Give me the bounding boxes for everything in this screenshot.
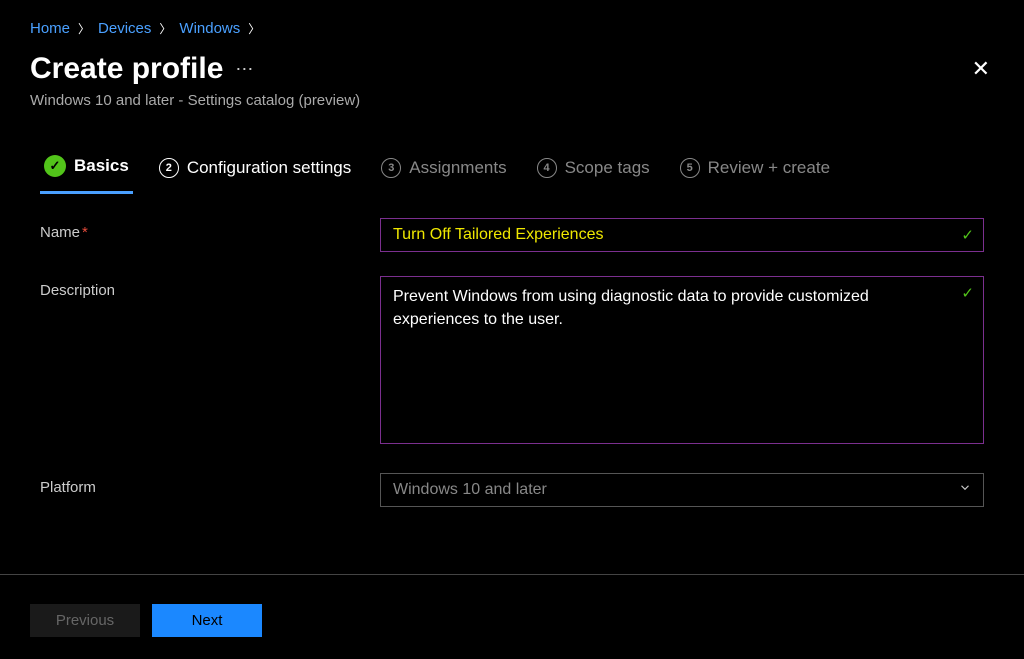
chevron-down-icon bbox=[958, 481, 972, 500]
name-input[interactable] bbox=[380, 218, 984, 252]
tab-label: Configuration settings bbox=[187, 158, 351, 178]
tab-label: Review + create bbox=[708, 158, 830, 178]
divider bbox=[0, 574, 1024, 575]
description-label: Description bbox=[40, 276, 380, 299]
valid-icon: ✓ bbox=[961, 284, 974, 302]
chevron-right-icon: 〉 bbox=[78, 20, 90, 37]
platform-label: Platform bbox=[40, 473, 380, 496]
step-number: 2 bbox=[159, 158, 179, 178]
description-input[interactable] bbox=[380, 276, 984, 444]
required-indicator: * bbox=[82, 224, 88, 241]
step-number: 3 bbox=[381, 158, 401, 178]
platform-select: Windows 10 and later bbox=[380, 473, 984, 507]
tab-configuration-settings[interactable]: 2 Configuration settings bbox=[155, 150, 355, 192]
chevron-right-icon: 〉 bbox=[248, 20, 260, 37]
page-subtitle: Windows 10 and later - Settings catalog … bbox=[30, 92, 360, 109]
tab-label: Scope tags bbox=[565, 158, 650, 178]
next-button[interactable]: Next bbox=[152, 604, 262, 637]
chevron-right-icon: 〉 bbox=[159, 20, 171, 37]
valid-icon: ✓ bbox=[961, 226, 974, 244]
breadcrumb-home[interactable]: Home bbox=[30, 20, 70, 37]
wizard-tabs: ✓ Basics 2 Configuration settings 3 Assi… bbox=[0, 129, 1024, 194]
breadcrumb-devices[interactable]: Devices bbox=[98, 20, 151, 37]
tab-label: Assignments bbox=[409, 158, 506, 178]
breadcrumb: Home 〉 Devices 〉 Windows 〉 bbox=[0, 0, 1024, 47]
more-icon[interactable]: ⋯ bbox=[235, 59, 255, 80]
page-header: Create profile ⋯ Windows 10 and later - … bbox=[0, 47, 1024, 129]
step-number: 4 bbox=[537, 158, 557, 178]
wizard-footer: Previous Next bbox=[0, 586, 1024, 659]
close-icon[interactable]: ✕ bbox=[968, 52, 994, 86]
step-number: 5 bbox=[680, 158, 700, 178]
page-title: Create profile bbox=[30, 52, 223, 86]
tab-review-create: 5 Review + create bbox=[676, 150, 834, 192]
breadcrumb-windows[interactable]: Windows bbox=[179, 20, 240, 37]
previous-button[interactable]: Previous bbox=[30, 604, 140, 637]
name-label: Name* bbox=[40, 218, 380, 241]
tab-basics[interactable]: ✓ Basics bbox=[40, 147, 133, 194]
tab-label: Basics bbox=[74, 156, 129, 176]
check-icon: ✓ bbox=[44, 155, 66, 177]
form-basics: Name* ✓ Description ✓ Platform Windows 1… bbox=[0, 194, 1024, 507]
label-text: Name bbox=[40, 224, 80, 241]
tab-assignments: 3 Assignments bbox=[377, 150, 510, 192]
tab-scope-tags: 4 Scope tags bbox=[533, 150, 654, 192]
